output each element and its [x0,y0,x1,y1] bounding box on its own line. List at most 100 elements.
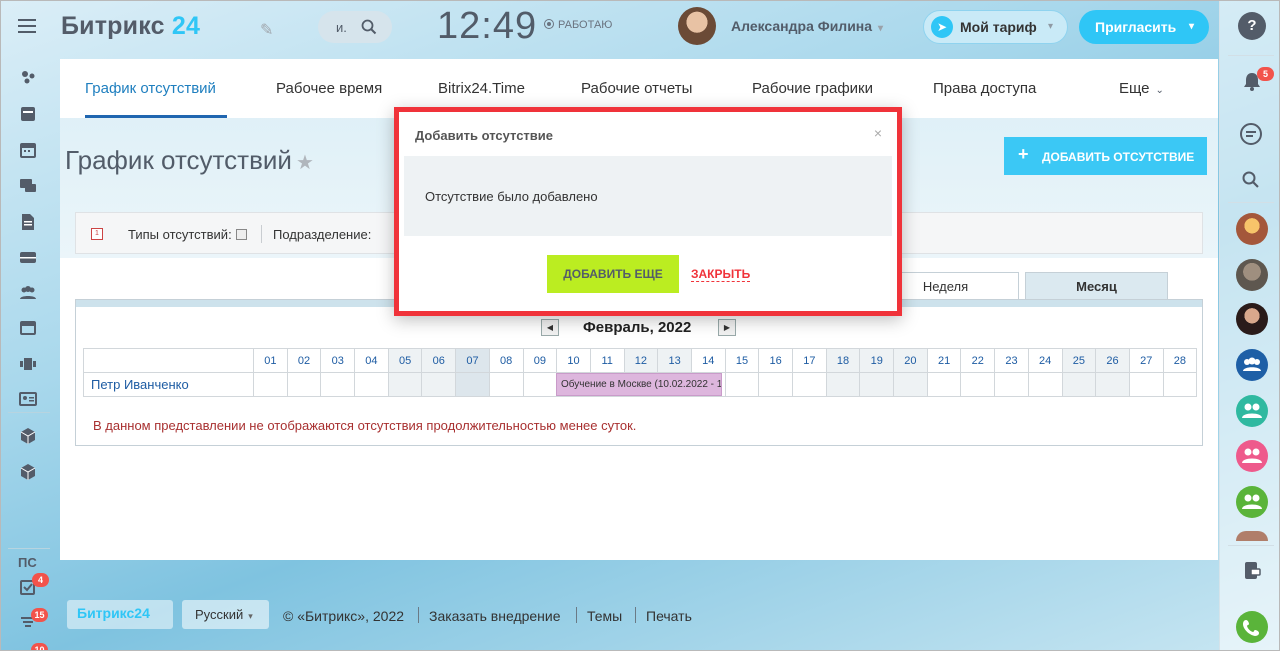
day-cell: 14 [690,348,726,373]
absence-types-filter[interactable]: Типы отсутствий: [128,227,247,242]
divider [418,607,419,623]
tasks-icon[interactable] [19,105,37,123]
employees-icon[interactable] [19,284,37,302]
invite-button[interactable]: Пригласить ▾ [1079,10,1209,44]
document-icon[interactable] [19,213,37,231]
tab-bitrix24-time[interactable]: Bitrix24.Time [438,80,525,97]
contact-avatar[interactable] [1236,259,1268,291]
chat-icon[interactable] [1239,122,1263,146]
counter-badge: 15 [31,608,48,622]
name-header-cell [83,348,254,373]
counter-badge: 10 [31,643,48,651]
tab-more[interactable]: Еще ⌄ [1119,80,1164,97]
order-implementation-link[interactable]: Заказать внедрение [429,608,561,624]
search-input[interactable]: и. [318,11,392,43]
day-cell: 13 [657,348,692,373]
tab-absence-chart[interactable]: График отсутствий [85,80,216,97]
divider [261,225,262,243]
work-status[interactable]: РАБОТАЮ [544,19,612,31]
tab-access-rights[interactable]: Права доступа [933,80,1036,97]
day-cell: 11 [589,348,625,373]
chevron-down-icon: ▾ [1048,21,1054,32]
app-logo[interactable]: Битрикс 24 [61,12,200,41]
group-chat-icon[interactable] [1236,395,1268,427]
screen-share-icon[interactable] [1241,560,1263,582]
chevron-down-icon: ⌄ [1155,85,1164,96]
contacts-icon[interactable] [19,390,37,408]
employee-name[interactable]: Петр Иванченко [83,372,254,397]
calendar-icon[interactable]: 1 [91,228,103,240]
month-title: Февраль, 2022 [583,319,692,336]
day-cell: 05 [387,348,423,373]
feed-icon[interactable] [19,68,37,86]
day-cell: 23 [994,348,1029,373]
tariff-button[interactable]: ➤ Мой тариф ▾ [923,10,1068,44]
chevron-down-icon: ▾ [248,611,253,621]
sidebar-item-ps[interactable]: ПС [18,555,37,570]
clock[interactable]: 12:49 [437,5,537,48]
day-cell: 07 [455,348,490,373]
day-cell: 12 [623,348,659,373]
contact-avatar[interactable] [1236,531,1268,541]
edit-icon[interactable]: ✎ [260,20,273,40]
footer-logo[interactable]: Битрикс24 [67,600,173,629]
search-text: и. [336,20,347,35]
cube-icon[interactable] [19,427,37,445]
chat-icon[interactable] [19,177,37,195]
sidebar-divider [1228,202,1274,203]
cube-icon[interactable] [19,463,37,481]
day-cell: 03 [320,348,356,373]
sites-icon[interactable] [19,355,37,373]
tab-work-schedules[interactable]: Рабочие графики [752,80,873,97]
tasks-badge: 4 [32,573,49,587]
dialog-body: Отсутствие было добавлено [404,156,892,236]
active-tab-indicator [85,115,227,118]
contact-avatar[interactable] [1236,303,1268,335]
window-icon[interactable] [19,319,37,337]
add-more-button[interactable]: ДОБАВИТЬ ЕЩЕ [547,255,679,293]
absence-types-checkbox[interactable] [235,229,247,240]
help-icon[interactable]: ? [1238,12,1266,40]
group-chat-icon[interactable] [1236,349,1268,381]
themes-link[interactable]: Темы [587,608,622,624]
tab-work-reports[interactable]: Рабочие отчеты [581,80,692,97]
prev-month-button[interactable]: ◀ [541,319,559,336]
next-month-button[interactable]: ▶ [718,319,736,336]
close-button[interactable]: ЗАКРЫТЬ [691,267,751,282]
add-absence-dialog: Добавить отсутствие × Отсутствие было до… [394,107,902,316]
chevron-down-icon: ▾ [1189,21,1195,32]
close-icon[interactable]: × [874,125,882,141]
sidebar-divider [1228,55,1274,56]
menu-icon[interactable] [18,19,36,33]
sidebar-divider [1228,545,1274,546]
dialog-title: Добавить отсутствие [415,128,554,143]
calendar-panel: ◀ Февраль, 2022 ▶ 01 02 03 04 05 06 07 0… [75,299,1203,446]
phone-icon[interactable] [1236,611,1268,643]
language-select[interactable]: Русский ▾ [182,600,269,629]
contact-avatar[interactable] [1236,213,1268,245]
search-icon[interactable] [360,18,378,36]
absence-event[interactable]: Обучение в Москве (10.02.2022 - 14 [556,373,722,396]
top-header: Битрикс 24 ✎ и. 12:49 РАБОТАЮ Александра… [0,0,1280,55]
user-menu[interactable]: Александра Филина ▾ [731,18,883,34]
day-cell: 20 [893,348,928,373]
copyright: © «Битрикс», 2022 [283,608,405,624]
day-cell: 06 [421,348,457,373]
print-link[interactable]: Печать [646,608,692,624]
divider [576,607,577,623]
search-icon[interactable] [1241,170,1261,190]
left-sidebar: ПС 4 15 10 [0,55,58,651]
divider [635,607,636,623]
add-absence-button[interactable]: + ДОБАВИТЬ ОТСУТСТВИЕ [1004,137,1207,175]
avatar[interactable] [678,7,716,45]
day-cell: 08 [488,348,524,373]
day-cell: 15 [724,348,760,373]
calendar-icon[interactable] [19,141,37,159]
drive-icon[interactable] [19,248,37,266]
tab-work-time[interactable]: Рабочее время [276,80,382,97]
group-chat-icon[interactable] [1236,440,1268,472]
day-cell: 04 [354,348,389,373]
star-icon[interactable]: ★ [296,152,314,174]
group-chat-icon[interactable] [1236,486,1268,518]
tab-month[interactable]: Месяц [1025,272,1168,299]
